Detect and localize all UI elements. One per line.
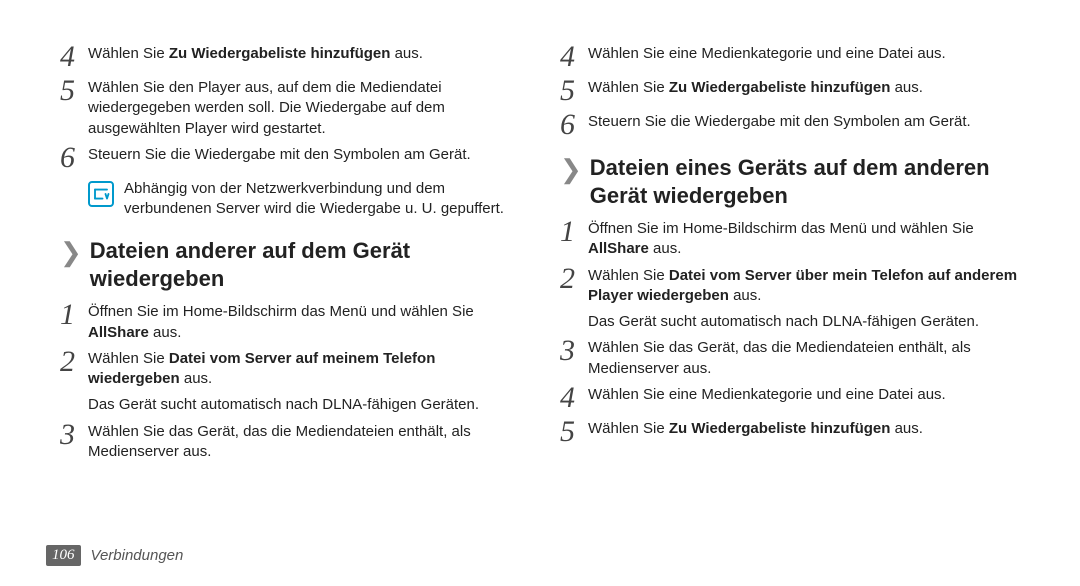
text: aus. xyxy=(890,420,923,437)
step-4: 4 Wählen Sie Zu Wiedergabeliste hinzufüg… xyxy=(60,44,520,72)
step-text: Steuern Sie die Wiedergabe mit den Symbo… xyxy=(88,145,471,165)
text: aus. xyxy=(729,287,762,304)
step-text: Steuern Sie die Wiedergabe mit den Symbo… xyxy=(588,112,971,132)
left-column: 4 Wählen Sie Zu Wiedergabeliste hinzufüg… xyxy=(60,44,520,468)
step-text: Wählen Sie das Gerät, das die Mediendate… xyxy=(88,422,520,463)
bold-text: Zu Wiedergabeliste hinzufügen xyxy=(169,45,391,62)
text: Wählen Sie xyxy=(588,420,669,437)
step-3: 3 Wählen Sie das Gerät, das die Medienda… xyxy=(560,338,1020,379)
text: Wählen Sie xyxy=(88,350,169,367)
step-number: 4 xyxy=(560,42,588,72)
note-icon xyxy=(88,181,114,207)
sub-text: Das Gerät sucht automatisch nach DLNA-fä… xyxy=(588,312,1020,332)
chevron-icon: ❯ xyxy=(560,156,582,182)
step-4: 4 Wählen Sie eine Medienkategorie und ei… xyxy=(560,385,1020,413)
step-text: Wählen Sie Datei vom Server über mein Te… xyxy=(588,266,1020,307)
step-text: Wählen Sie eine Medienkategorie und eine… xyxy=(588,44,946,64)
text: Wählen Sie xyxy=(88,45,169,62)
section-title: Dateien eines Geräts auf dem anderen Ger… xyxy=(590,154,1020,209)
step-number: 4 xyxy=(560,383,588,413)
step-text: Wählen Sie Zu Wiedergabeliste hinzufügen… xyxy=(88,44,423,64)
step-text: Wählen Sie Datei vom Server auf meinem T… xyxy=(88,349,520,390)
text: Wählen Sie xyxy=(588,79,669,96)
info-note: Abhängig von der Netzwerkverbindung und … xyxy=(88,179,520,220)
text: aus. xyxy=(649,240,682,257)
section-heading: ❯ Dateien anderer auf dem Gerät wiederge… xyxy=(60,237,520,292)
bold-text: AllShare xyxy=(588,240,649,257)
step-number: 1 xyxy=(60,300,88,330)
step-2: 2 Wählen Sie Datei vom Server über mein … xyxy=(560,266,1020,307)
step-number: 4 xyxy=(60,42,88,72)
text: aus. xyxy=(180,370,213,387)
text: Wählen Sie xyxy=(588,267,669,284)
text: aus. xyxy=(390,45,423,62)
step-number: 2 xyxy=(560,264,588,294)
section-heading: ❯ Dateien eines Geräts auf dem anderen G… xyxy=(560,154,1020,209)
step-number: 5 xyxy=(60,76,88,106)
text: aus. xyxy=(149,324,182,341)
right-column: 4 Wählen Sie eine Medienkategorie und ei… xyxy=(560,44,1020,468)
step-number: 6 xyxy=(60,143,88,173)
step-3: 3 Wählen Sie das Gerät, das die Medienda… xyxy=(60,422,520,463)
bold-text: Zu Wiedergabeliste hinzufügen xyxy=(669,79,891,96)
step-number: 6 xyxy=(560,110,588,140)
step-6: 6 Steuern Sie die Wiedergabe mit den Sym… xyxy=(560,112,1020,140)
step-number: 1 xyxy=(560,217,588,247)
step-2: 2 Wählen Sie Datei vom Server auf meinem… xyxy=(60,349,520,390)
page-number: 106 xyxy=(46,545,81,566)
step-5: 5 Wählen Sie den Player aus, auf dem die… xyxy=(60,78,520,139)
step-number: 5 xyxy=(560,417,588,447)
step-4: 4 Wählen Sie eine Medienkategorie und ei… xyxy=(560,44,1020,72)
step-number: 5 xyxy=(560,76,588,106)
section-title: Dateien anderer auf dem Gerät wiedergebe… xyxy=(90,237,520,292)
step-text: Wählen Sie den Player aus, auf dem die M… xyxy=(88,78,520,139)
text: Öffnen Sie im Home-Bildschirm das Menü u… xyxy=(88,303,474,320)
bold-text: Zu Wiedergabeliste hinzufügen xyxy=(669,420,891,437)
step-text: Öffnen Sie im Home-Bildschirm das Menü u… xyxy=(588,219,1020,260)
bold-text: AllShare xyxy=(88,324,149,341)
step-number: 3 xyxy=(60,420,88,450)
step-6: 6 Steuern Sie die Wiedergabe mit den Sym… xyxy=(60,145,520,173)
note-text: Abhängig von der Netzwerkverbindung und … xyxy=(124,179,520,220)
step-5: 5 Wählen Sie Zu Wiedergabeliste hinzufüg… xyxy=(560,419,1020,447)
step-number: 2 xyxy=(60,347,88,377)
text: aus. xyxy=(890,79,923,96)
step-text: Wählen Sie eine Medienkategorie und eine… xyxy=(588,385,946,405)
chevron-icon: ❯ xyxy=(60,239,82,265)
sub-text: Das Gerät sucht automatisch nach DLNA-fä… xyxy=(88,395,520,415)
step-1: 1 Öffnen Sie im Home-Bildschirm das Menü… xyxy=(60,302,520,343)
footer-section: Verbindungen xyxy=(91,547,184,564)
step-1: 1 Öffnen Sie im Home-Bildschirm das Menü… xyxy=(560,219,1020,260)
step-text: Wählen Sie Zu Wiedergabeliste hinzufügen… xyxy=(588,419,923,439)
page-footer: 106 Verbindungen xyxy=(46,545,183,566)
step-5: 5 Wählen Sie Zu Wiedergabeliste hinzufüg… xyxy=(560,78,1020,106)
step-number: 3 xyxy=(560,336,588,366)
step-text: Wählen Sie das Gerät, das die Mediendate… xyxy=(588,338,1020,379)
page-content: 4 Wählen Sie Zu Wiedergabeliste hinzufüg… xyxy=(0,0,1080,468)
step-text: Wählen Sie Zu Wiedergabeliste hinzufügen… xyxy=(588,78,923,98)
step-text: Öffnen Sie im Home-Bildschirm das Menü u… xyxy=(88,302,520,343)
text: Öffnen Sie im Home-Bildschirm das Menü u… xyxy=(588,220,974,237)
